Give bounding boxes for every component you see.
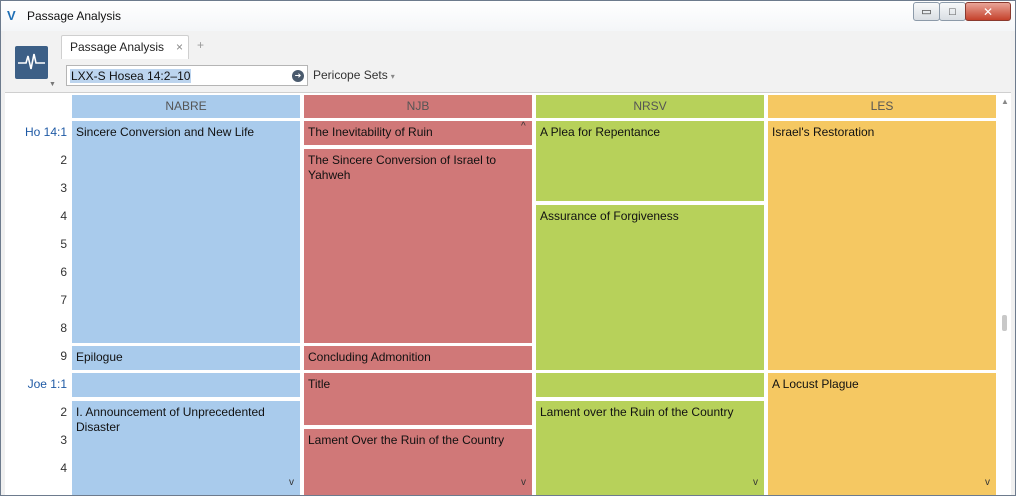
- verse-label[interactable]: 2: [5, 153, 67, 167]
- verse-label[interactable]: 4: [5, 461, 67, 475]
- verse-label-ho-14-1[interactable]: Ho 14:1: [5, 125, 67, 139]
- column-header-njb[interactable]: NJB: [304, 95, 532, 118]
- pericope-cell-nrsv[interactable]: Lament over the Ruin of the Country: [536, 401, 764, 495]
- reference-value: LXX-S Hosea 14:2–10: [70, 69, 192, 83]
- title-bar: V Passage Analysis ▭ □ ✕: [1, 1, 1015, 31]
- pericope-cell-nrsv[interactable]: Assurance of Forgiveness: [536, 205, 764, 370]
- pericope-cell-nabre[interactable]: I. Announcement of Unprecedented Disaste…: [72, 401, 300, 495]
- pericope-cell-njb[interactable]: The Sincere Conversion of Israel to Yahw…: [304, 149, 532, 343]
- v-icon: V: [7, 8, 16, 23]
- passage-analysis-logo-icon[interactable]: [15, 46, 48, 79]
- toolbar: ▼ Passage Analysis × + LXX-S Hosea 14:2–…: [5, 31, 1011, 93]
- go-arrow-icon[interactable]: ➜: [292, 70, 304, 82]
- verse-label[interactable]: 5: [5, 237, 67, 251]
- pericope-cell-nrsv[interactable]: A Plea for Repentance: [536, 121, 764, 201]
- pericope-cell-nabre[interactable]: [72, 373, 300, 397]
- column-header-les[interactable]: LES: [768, 95, 996, 118]
- pericope-cell-les[interactable]: Israel's Restoration: [768, 121, 996, 370]
- logo-menu-chevron-icon[interactable]: ▼: [49, 81, 56, 88]
- verse-label[interactable]: 3: [5, 181, 67, 195]
- pericope-cell-nabre[interactable]: Sincere Conversion and New Life: [72, 121, 300, 343]
- scroll-down-arrow-icon[interactable]: v: [289, 477, 294, 488]
- verse-label-joe-1-1[interactable]: Joe 1:1: [5, 377, 67, 391]
- pericope-cell-njb[interactable]: Title: [304, 373, 532, 425]
- tab-passage-analysis[interactable]: Passage Analysis ×: [61, 35, 189, 59]
- verse-label[interactable]: 8: [5, 321, 67, 335]
- minimize-icon: ▭: [921, 6, 932, 18]
- window-title: Passage Analysis: [27, 9, 122, 23]
- new-tab-icon[interactable]: +: [197, 38, 204, 52]
- window-controls: ▭ □ ✕: [913, 2, 1011, 21]
- pericope-cell-njb[interactable]: The Inevitability of Ruin: [304, 121, 532, 145]
- pericope-sets-label: Pericope Sets: [313, 68, 388, 82]
- maximize-button[interactable]: □: [939, 2, 966, 21]
- scrollbar-up-icon[interactable]: ▲: [1001, 97, 1009, 106]
- scroll-down-arrow-icon[interactable]: v: [753, 477, 758, 488]
- scroll-up-arrow-icon[interactable]: ^: [521, 121, 526, 132]
- pericope-cell-nabre[interactable]: Epilogue: [72, 346, 300, 370]
- passage-grid: NABRE NJB NRSV LES Ho 14:1 2 3 4 5 6 7 8…: [5, 93, 1011, 495]
- close-button[interactable]: ✕: [965, 2, 1011, 21]
- tab-label: Passage Analysis: [70, 40, 165, 54]
- column-header-nrsv[interactable]: NRSV: [536, 95, 764, 118]
- verse-label[interactable]: 2: [5, 405, 67, 419]
- scrollbar-thumb[interactable]: [1002, 315, 1007, 331]
- minimize-button[interactable]: ▭: [913, 2, 940, 21]
- column-header-nabre[interactable]: NABRE: [72, 95, 300, 118]
- vertical-scrollbar[interactable]: ▲: [999, 93, 1011, 495]
- verse-label[interactable]: 9: [5, 349, 67, 363]
- pericope-sets-dropdown[interactable]: Pericope Sets ▾: [313, 68, 395, 82]
- close-icon: ✕: [982, 5, 994, 19]
- verse-label[interactable]: 6: [5, 265, 67, 279]
- pericope-cell-njb[interactable]: Concluding Admonition: [304, 346, 532, 370]
- pericope-cell-les[interactable]: A Locust Plague: [768, 373, 996, 495]
- pericope-cell-nrsv[interactable]: [536, 373, 764, 397]
- reference-input[interactable]: LXX-S Hosea 14:2–10 ➜: [66, 65, 308, 86]
- passage-analysis-window: V Passage Analysis ▭ □ ✕ ▼ Passage Analy…: [0, 0, 1016, 496]
- verse-label[interactable]: 4: [5, 209, 67, 223]
- verse-label[interactable]: 7: [5, 293, 67, 307]
- pericope-cell-njb[interactable]: Lament Over the Ruin of the Country: [304, 429, 532, 495]
- chevron-down-icon: ▾: [390, 72, 395, 81]
- scroll-down-arrow-icon[interactable]: v: [521, 477, 526, 488]
- verse-label[interactable]: 3: [5, 433, 67, 447]
- scroll-down-arrow-icon[interactable]: v: [985, 477, 990, 488]
- maximize-icon: □: [949, 6, 956, 18]
- tab-close-icon[interactable]: ×: [176, 40, 183, 54]
